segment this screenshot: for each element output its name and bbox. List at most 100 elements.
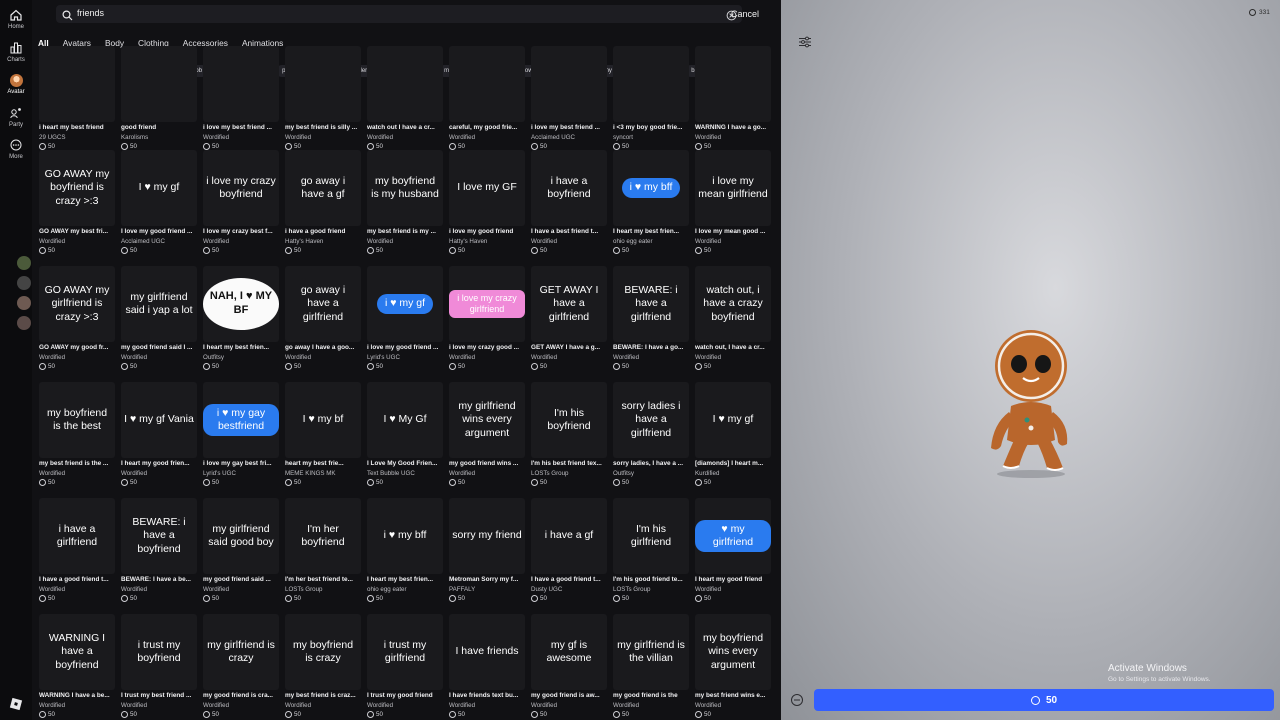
item-creator[interactable]: Lyrid's UGC (203, 470, 279, 477)
item-card[interactable]: watch out, i have a crazy boyfriend watch… (695, 266, 771, 382)
item-creator[interactable]: Dusty UGC (531, 586, 607, 593)
item-card[interactable]: GO AWAY my boyfriend is crazy >:3 GO AWAY… (39, 150, 115, 266)
item-card[interactable]: i ♥ my gay bestfriend i love my gay best … (203, 382, 279, 498)
item-card[interactable]: sorry ladies i have a girlfriend sorry la… (613, 382, 689, 498)
item-creator[interactable]: PAFFALY (449, 586, 525, 593)
item-creator[interactable]: Wordified (39, 470, 115, 477)
item-card[interactable]: BEWARE: i have a girlfriend BEWARE: I hav… (613, 266, 689, 382)
item-card[interactable]: i have a girlfriend I have a good friend … (39, 498, 115, 614)
item-card[interactable]: my girlfriend said i yap a lot my good fr… (121, 266, 197, 382)
zoom-out-icon[interactable] (790, 693, 804, 707)
item-creator[interactable]: Wordified (449, 354, 525, 361)
nav-more[interactable]: More (0, 134, 32, 168)
item-creator[interactable]: Wordified (695, 134, 771, 141)
nav-party[interactable]: Party (0, 102, 32, 136)
item-card[interactable]: my girlfriend wins every argument my good… (449, 382, 525, 498)
item-card[interactable]: GO AWAY my girlfriend is crazy >:3 GO AWA… (39, 266, 115, 382)
item-creator[interactable]: Wordified (449, 702, 525, 709)
friend-avatar[interactable] (17, 296, 31, 310)
item-creator[interactable]: Kurdified (695, 470, 771, 477)
item-card[interactable]: my boyfriend is crazy my best friend is c… (285, 614, 361, 720)
item-card[interactable]: i have a gf I have a good friend t... Dust… (531, 498, 607, 614)
item-creator[interactable]: Wordified (39, 702, 115, 709)
item-creator[interactable]: Wordified (285, 134, 361, 141)
item-creator[interactable]: Outfitsy (203, 354, 279, 361)
item-creator[interactable]: Wordified (121, 586, 197, 593)
friend-avatar[interactable] (17, 256, 31, 270)
item-creator[interactable]: LOSTs Group (285, 586, 361, 593)
item-card[interactable]: my girlfriend is crazy my good friend is … (203, 614, 279, 720)
item-card[interactable]: sorry my friend Metroman Sorry my f... PAF… (449, 498, 525, 614)
item-card[interactable]: I love my GF i love my good friend Hatty's… (449, 150, 525, 266)
item-creator[interactable]: Wordified (695, 702, 771, 709)
item-creator[interactable]: syncort (613, 134, 689, 141)
item-card[interactable]: BEWARE: i have a boyfriend BEWARE: I have… (121, 498, 197, 614)
item-card[interactable]: my gf is awesome my good friend is aw... W… (531, 614, 607, 720)
item-creator[interactable]: Wordified (531, 354, 607, 361)
item-card[interactable]: I ♥ my gf [diamonds] I heart m... Kurdifie… (695, 382, 771, 498)
item-card[interactable]: watch out I have a cr... Wordified 50 (367, 46, 443, 162)
item-creator[interactable]: MEME KINGS MK (285, 470, 361, 477)
item-creator[interactable]: Text Bubble UGC (367, 470, 443, 477)
item-card[interactable]: my girlfriend is the villian my good frie… (613, 614, 689, 720)
item-card[interactable]: I'm his girlfriend I'm his good friend te… (613, 498, 689, 614)
item-creator[interactable]: Wordified (449, 134, 525, 141)
item-card[interactable]: NAH, I ♥ MY BF I heart my best frien... Ou… (203, 266, 279, 382)
item-creator[interactable]: Wordified (367, 238, 443, 245)
item-card[interactable]: I ♥ my gf I love my good friend ... Acclai… (121, 150, 197, 266)
item-creator[interactable]: Wordified (203, 238, 279, 245)
item-creator[interactable]: Hatty's Haven (285, 238, 361, 245)
item-card[interactable]: go away i have a girlfriend go away I hav… (285, 266, 361, 382)
item-card[interactable]: I'm his boyfriend I'm his best friend tex… (531, 382, 607, 498)
item-card[interactable]: my boyfriend is my husband my best friend… (367, 150, 443, 266)
item-card[interactable]: WARNING I have a go... Wordified 50 (695, 46, 771, 162)
item-creator[interactable]: Acclaimed UGC (121, 238, 197, 245)
search-input[interactable]: friends (56, 5, 742, 23)
item-creator[interactable]: Outfitsy (613, 470, 689, 477)
item-creator[interactable]: Wordified (367, 134, 443, 141)
item-creator[interactable]: Wordified (39, 354, 115, 361)
item-creator[interactable]: Lyrid's UGC (367, 354, 443, 361)
item-creator[interactable]: 29 UGCS (39, 134, 115, 141)
item-creator[interactable]: LOSTs Group (613, 586, 689, 593)
item-creator[interactable]: Wordified (203, 702, 279, 709)
item-card[interactable]: I ♥ My Gf I Love My Good Frien... Text Bub… (367, 382, 443, 498)
item-creator[interactable]: Wordified (695, 354, 771, 361)
robux-balance[interactable]: 331 (1249, 9, 1270, 16)
item-card[interactable]: I have friends I have friends text bu... W… (449, 614, 525, 720)
item-creator[interactable]: Wordified (613, 354, 689, 361)
sliders-icon[interactable] (799, 35, 811, 48)
nav-home[interactable]: Home (0, 4, 32, 38)
item-card[interactable]: I ♥ my gf Vania I heart my good frien... W… (121, 382, 197, 498)
item-card[interactable]: i have a boyfriend I have a best friend t… (531, 150, 607, 266)
item-creator[interactable]: Acclaimed UGC (531, 134, 607, 141)
item-card[interactable]: I ♥ my bf heart my best frie... MEME KINGS… (285, 382, 361, 498)
item-card[interactable]: my boyfriend wins every argument my best … (695, 614, 771, 720)
item-card[interactable]: i love my mean girlfriend I love my mean … (695, 150, 771, 266)
item-creator[interactable]: Wordified (531, 238, 607, 245)
item-card[interactable]: i <3 my boy good frie... syncort 50 (613, 46, 689, 162)
item-creator[interactable]: Wordified (695, 586, 771, 593)
nav-charts[interactable]: Charts (0, 37, 32, 71)
item-creator[interactable]: Wordified (531, 702, 607, 709)
item-card[interactable]: careful, my good frie... Wordified 50 (449, 46, 525, 162)
item-creator[interactable]: Karolisms (121, 134, 197, 141)
item-card[interactable]: i love my crazy girlfriend i love my craz… (449, 266, 525, 382)
friend-avatar[interactable] (17, 276, 31, 290)
gingerbread-avatar[interactable] (981, 328, 1081, 478)
item-card[interactable]: go away i have a gf i have a good friend H… (285, 150, 361, 266)
item-creator[interactable]: Wordified (203, 134, 279, 141)
item-card[interactable]: good friend Karolisms 50 (121, 46, 197, 162)
item-creator[interactable]: Wordified (613, 702, 689, 709)
item-creator[interactable]: Wordified (449, 470, 525, 477)
item-card[interactable]: i ♥ my bff I heart my best frien... ohio e… (367, 498, 443, 614)
item-card[interactable]: GET AWAY I have a girlfriend GET AWAY I h… (531, 266, 607, 382)
friend-avatar[interactable] (17, 316, 31, 330)
item-creator[interactable]: Wordified (285, 702, 361, 709)
item-creator[interactable]: Wordified (121, 354, 197, 361)
item-creator[interactable]: Wordified (285, 354, 361, 361)
roblox-logo-icon[interactable] (9, 697, 23, 711)
item-creator[interactable]: Wordified (203, 586, 279, 593)
buy-button[interactable]: 50 (814, 689, 1274, 711)
item-creator[interactable]: Wordified (39, 238, 115, 245)
